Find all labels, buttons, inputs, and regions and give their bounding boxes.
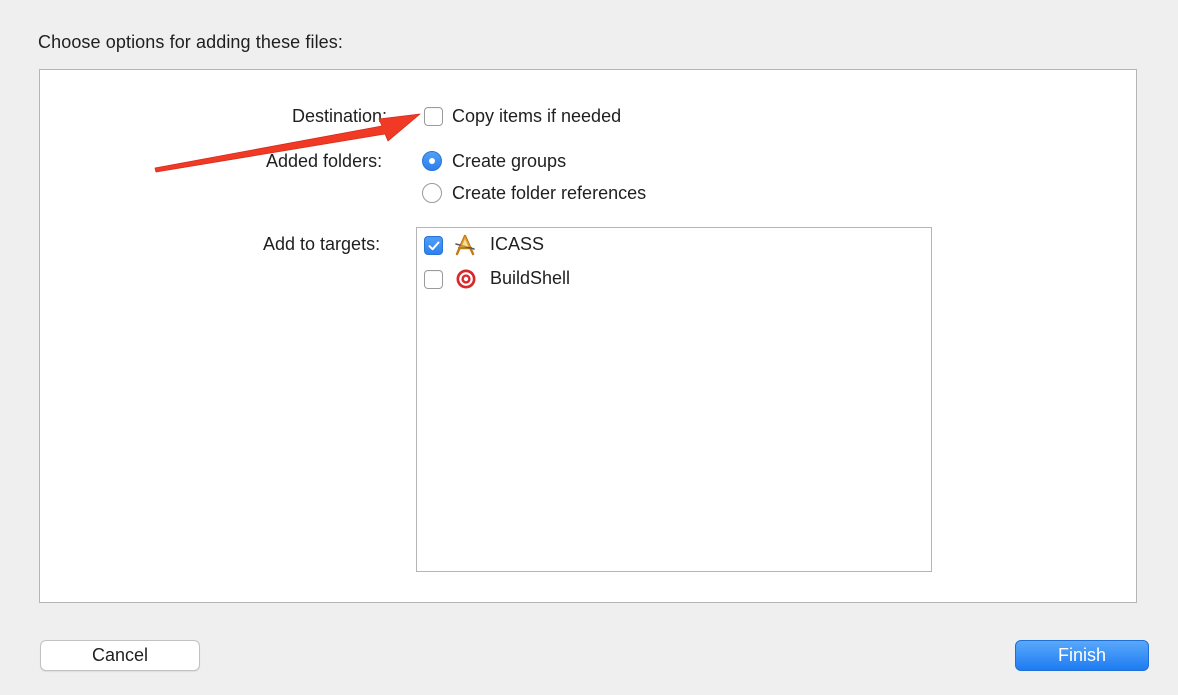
add-to-targets-label: Add to targets: — [263, 234, 381, 254]
bullseye-target-icon — [456, 269, 476, 289]
cancel-button[interactable]: Cancel — [40, 640, 200, 671]
target-icass-label[interactable]: ICASS — [490, 234, 544, 255]
create-groups-radio[interactable] — [422, 151, 442, 171]
copy-items-checkbox[interactable] — [424, 107, 443, 126]
create-folder-references-radio[interactable] — [422, 183, 442, 203]
add-files-dialog: Choose options for adding these files: D… — [0, 0, 1178, 695]
destination-label: Destination: — [292, 106, 388, 126]
added-folders-label: Added folders: — [266, 151, 383, 171]
app-target-icon — [455, 234, 475, 256]
target-buildshell-label[interactable]: BuildShell — [490, 268, 570, 289]
checkmark-icon — [428, 241, 440, 251]
target-icass-checkbox[interactable] — [424, 236, 443, 255]
target-buildshell-checkbox[interactable] — [424, 270, 443, 289]
finish-button[interactable]: Finish — [1015, 640, 1149, 671]
create-groups-label[interactable]: Create groups — [452, 151, 566, 172]
dialog-heading: Choose options for adding these files: — [38, 32, 343, 52]
create-folder-references-label[interactable]: Create folder references — [452, 183, 646, 204]
copy-items-label[interactable]: Copy items if needed — [452, 106, 621, 127]
